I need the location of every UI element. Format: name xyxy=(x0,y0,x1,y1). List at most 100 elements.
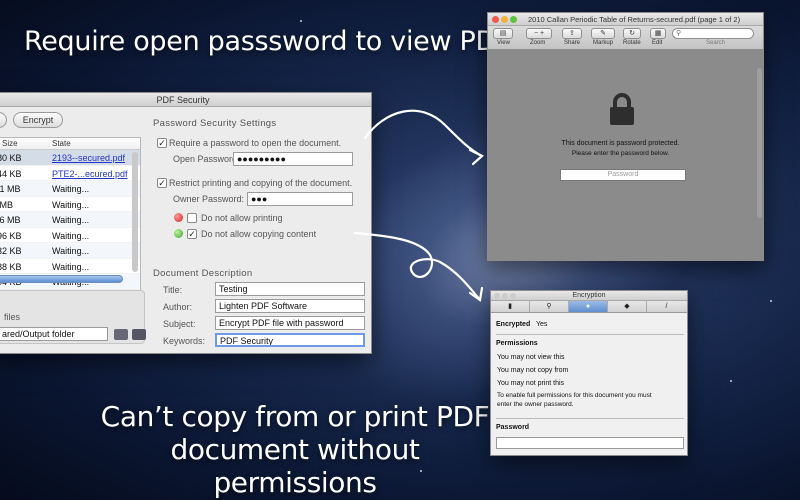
state-column-header[interactable]: State xyxy=(52,139,71,148)
password-title: Password xyxy=(496,424,530,431)
promo-caption-line2: document without permissions xyxy=(170,433,420,499)
keywords-field[interactable]: PDF Security xyxy=(215,333,365,347)
copy-status-icon xyxy=(174,229,183,238)
file-size-cell: 144 KB xyxy=(0,168,22,179)
divider xyxy=(496,334,684,335)
decrypt-tab[interactable] xyxy=(0,112,7,128)
file-state-cell: Waiting... xyxy=(52,215,90,225)
rotate-button[interactable]: ↻ xyxy=(623,28,641,39)
owner-password-input[interactable] xyxy=(496,437,684,449)
file-size-cell: 1.6 MB xyxy=(0,215,21,225)
zoom-button[interactable] xyxy=(510,16,517,23)
print-status-icon xyxy=(174,213,183,222)
file-size-cell: 232 KB xyxy=(0,246,22,256)
promo-caption: Can’t copy from or print PDF document wi… xyxy=(100,400,490,499)
restrict-checkbox[interactable]: ✓ xyxy=(157,178,167,188)
enter-password-message: Please enter the password below. xyxy=(571,150,670,157)
window-title: PDF Security xyxy=(0,93,371,107)
star xyxy=(730,380,732,382)
title-label: Title: xyxy=(163,285,183,295)
browse-folder-icon[interactable] xyxy=(114,329,128,340)
rotate-label: Rotate xyxy=(623,40,641,46)
table-header: Size State xyxy=(0,138,140,150)
lock-icon xyxy=(610,93,634,125)
search-input[interactable]: ⚲ xyxy=(672,28,754,39)
file-state-cell: Waiting... xyxy=(52,184,90,194)
arrow-to-preview xyxy=(363,109,484,166)
search-tab-icon[interactable]: ⚲ xyxy=(530,301,569,312)
no-print-label: Do not allow printing xyxy=(201,213,283,223)
share-label: Share xyxy=(564,40,581,46)
close-button[interactable] xyxy=(494,293,500,299)
file-state-cell: Waiting... xyxy=(52,199,90,210)
promo-headline: Require open passsword to view PDF xyxy=(24,26,512,57)
permission-view: You may not view this xyxy=(497,354,565,361)
author-field[interactable]: Lighten PDF Software xyxy=(215,299,365,313)
subject-field[interactable]: Encrypt PDF file with password xyxy=(215,316,365,330)
table-row[interactable]: 496 KB Waiting... xyxy=(0,228,140,243)
table-row[interactable]: 232 KB Waiting... xyxy=(0,243,140,259)
table-row[interactable]: 7.1 MB Waiting... xyxy=(0,181,140,197)
vertical-scrollbar[interactable] xyxy=(757,68,762,218)
view-button[interactable]: ▤ xyxy=(493,28,513,39)
edit-button[interactable]: ▦ xyxy=(650,28,666,39)
search-label: Search xyxy=(706,40,726,46)
description-title: Document Description xyxy=(153,268,253,279)
tag-tab-icon[interactable]: ◆ xyxy=(608,301,647,312)
encryption-inspector: Encryption ▮ ⚲ ● ◆ / Encrypted Yes Permi… xyxy=(490,290,688,456)
table-row[interactable]: 1.6 MB Waiting... xyxy=(0,212,140,228)
require-open-checkbox[interactable]: ✓ xyxy=(157,138,167,148)
divider xyxy=(496,418,684,419)
preview-title: 2010 Callan Periodic Table of Returns-se… xyxy=(488,13,763,26)
open-password-label: Open Password: xyxy=(173,154,240,164)
promo-caption-line1: Can’t copy from or print PDF xyxy=(100,400,490,433)
minimize-button[interactable] xyxy=(501,16,508,23)
permission-note-line2: enter the owner password. xyxy=(497,401,574,408)
pen-tab-icon[interactable]: / xyxy=(647,301,686,312)
restrict-label: Restrict printing and copying of the doc… xyxy=(169,178,353,188)
file-state-cell[interactable]: PTE2-...ecured.pdf xyxy=(52,169,128,179)
open-folder-icon[interactable] xyxy=(132,329,146,340)
encrypt-tab[interactable]: Encrypt xyxy=(13,112,63,128)
password-settings-title: Password Security Settings xyxy=(153,118,277,129)
protected-message: This document is password protected. xyxy=(561,140,680,147)
inspector-tabs: ▮ ⚲ ● ◆ / xyxy=(491,301,687,313)
permissions-title: Permissions xyxy=(496,340,538,347)
output-folder-field[interactable]: ared/Output folder xyxy=(0,327,108,341)
preview-window: 2010 Callan Periodic Table of Returns-se… xyxy=(487,12,764,261)
zoom-tool-button[interactable]: − + xyxy=(526,28,552,39)
table-row[interactable]: 144 KB PTE2-...ecured.pdf xyxy=(0,166,140,181)
zoom-button[interactable] xyxy=(510,293,516,299)
encryption-tab-icon[interactable]: ● xyxy=(569,301,608,312)
permission-copy: You may not copy from xyxy=(497,367,569,374)
progress-bar xyxy=(0,275,123,283)
preview-toolbar: ▤ View − + Zoom ⇪ Share ✎ Markup ↻ Rotat… xyxy=(488,26,763,50)
arrow-to-encryption xyxy=(353,231,484,302)
markup-button[interactable]: ✎ xyxy=(591,28,615,39)
open-password-field[interactable]: ●●●●●●●●● xyxy=(233,152,353,166)
size-column-header[interactable]: Size xyxy=(2,139,18,148)
document-area: This document is password protected. Ple… xyxy=(488,50,763,260)
file-state-cell: Waiting... xyxy=(52,230,90,241)
no-copy-checkbox[interactable]: ✓ xyxy=(187,229,197,239)
document-info-tab-icon[interactable]: ▮ xyxy=(491,301,530,312)
close-button[interactable] xyxy=(492,16,499,23)
file-state-cell: Waiting... xyxy=(52,261,90,272)
title-field[interactable]: Testing xyxy=(215,282,365,296)
file-state-cell: Waiting... xyxy=(52,246,90,256)
minimize-button[interactable] xyxy=(502,293,508,299)
share-button[interactable]: ⇪ xyxy=(562,28,582,39)
no-print-checkbox[interactable] xyxy=(187,213,197,223)
table-row[interactable]: 388 KB Waiting... xyxy=(0,259,140,274)
no-copy-label: Do not allow copying content xyxy=(201,229,317,239)
vertical-scrollbar[interactable] xyxy=(132,152,138,272)
file-state-cell[interactable]: 2193--secured.pdf xyxy=(52,153,125,163)
password-input[interactable]: Password xyxy=(560,169,686,181)
markup-label: Markup xyxy=(593,40,614,46)
keywords-label: Keywords: xyxy=(163,336,206,346)
pdf-security-window: PDF Security Encrypt Size State 380 KB 21… xyxy=(0,92,372,354)
table-row[interactable]: 6 MB Waiting... xyxy=(0,197,140,212)
subject-label: Subject: xyxy=(163,319,196,329)
owner-password-field[interactable]: ●●● xyxy=(247,192,353,206)
table-row[interactable]: 380 KB 2193--secured.pdf xyxy=(0,150,140,166)
